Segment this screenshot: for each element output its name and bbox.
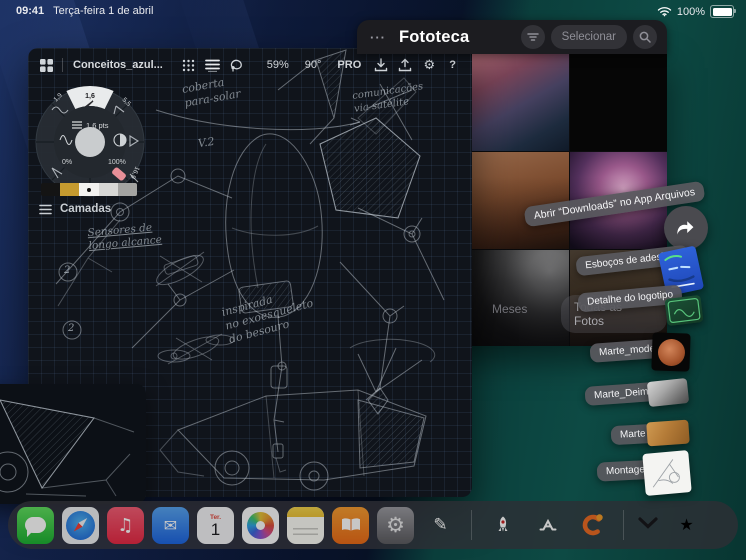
drag-thumb-mars-model[interactable]: [651, 332, 691, 372]
share-forward-button[interactable]: [664, 206, 708, 250]
document-title[interactable]: Conceitos_azul...: [73, 59, 163, 71]
workspace-grid-icon[interactable]: [34, 54, 58, 76]
filter-lines-icon: [526, 33, 539, 41]
window-more-button[interactable]: ···: [370, 30, 386, 45]
search-icon: [639, 31, 651, 43]
calendar-day: 1: [210, 520, 221, 539]
open-book-icon: [341, 518, 360, 531]
pressure-min-label: 0%: [62, 159, 72, 166]
music-note-icon: ♫: [117, 514, 134, 536]
wifi-icon: [657, 7, 672, 17]
status-bar: 09:41 Terça-feira 1 de abril 100%: [0, 0, 746, 22]
select-button[interactable]: Selecionar: [550, 25, 627, 49]
drag-thumb-montagem[interactable]: [642, 450, 692, 496]
photos-title: Fototeca: [399, 27, 470, 46]
pencil-icon: ✎: [433, 515, 448, 535]
toolbar-divider: [62, 58, 63, 72]
dock-app-notes[interactable]: [287, 506, 324, 544]
tool-wheel-center-knob[interactable]: [75, 127, 105, 157]
selected-tool-size: 1,6: [85, 93, 95, 100]
palette-swatch-lightgray[interactable]: [98, 183, 118, 196]
dismiss-chevron-button[interactable]: [636, 515, 660, 536]
select-lasso-icon[interactable]: [225, 54, 249, 76]
layers-button[interactable]: Camadas: [39, 203, 111, 215]
appstore-a-icon: [539, 518, 556, 531]
dock-app-appstore[interactable]: [529, 507, 566, 544]
filter-button[interactable]: [520, 25, 545, 49]
card-sketch: [0, 399, 135, 497]
photos-window-header[interactable]: ··· Fototeca Selecionar: [357, 20, 667, 54]
export-share-icon[interactable]: [393, 54, 417, 76]
dock-app-safari[interactable]: [62, 506, 99, 544]
palette-swatch-gold[interactable]: [60, 183, 80, 196]
palette-swatch-black[interactable]: [41, 183, 61, 196]
dock-app-messages[interactable]: [17, 506, 54, 544]
photos-flower-icon: [247, 511, 274, 539]
clock: 09:41: [16, 5, 45, 17]
dock-app-music[interactable]: ♫: [107, 506, 144, 544]
dock-app-settings[interactable]: ⚙: [377, 506, 414, 544]
dock-app-photos[interactable]: [242, 506, 279, 544]
annotation-number-badge: 2: [68, 323, 75, 334]
library-mini-icon: ★: [679, 517, 694, 534]
ipad-screen: { "status_bar": { "time": "09:41", "date…: [0, 0, 746, 560]
rotation-angle[interactable]: 90°: [305, 59, 322, 71]
palette-swatch-gray[interactable]: [117, 183, 137, 196]
app-library-grid-icon: ★: [679, 515, 693, 535]
concepts-toolbar: Conceitos_azul... 59% 90° PRO ⚙ ?: [28, 52, 472, 78]
layers-menu-icon: [39, 204, 52, 214]
annotation-version: V.2: [197, 134, 216, 151]
envelope-icon: ✉: [163, 515, 178, 535]
dock: ♫ ✉ Ter. 1 ⚙ ✎ ★: [8, 501, 738, 549]
palette-swatch-white-selected[interactable]: [79, 183, 99, 196]
dock-app-books[interactable]: [332, 506, 369, 544]
compass-icon: [66, 510, 95, 540]
notes-lines-icon: [293, 523, 318, 538]
dot-grid-icon[interactable]: [177, 54, 201, 76]
mars-model-planet: [657, 338, 685, 366]
dock-app-library[interactable]: ★: [668, 507, 705, 544]
background-sketch-card[interactable]: [0, 384, 146, 504]
selected-color-dot: [87, 187, 91, 192]
message-bubble-icon: [25, 517, 46, 537]
drag-thumb-marte[interactable]: [646, 419, 690, 447]
color-palette: [41, 183, 137, 196]
dock-app-rocket[interactable]: [484, 507, 521, 544]
dock-divider: [623, 510, 624, 540]
gear-icon: ⚙: [386, 513, 405, 537]
layers-list-icon[interactable]: [201, 54, 225, 76]
chevron-down-icon: [638, 516, 658, 529]
forward-arrow-icon: [677, 221, 694, 235]
help-button[interactable]: ?: [449, 59, 456, 71]
rocket-icon: [498, 516, 507, 532]
drag-thumb-mars-deimos[interactable]: [646, 377, 690, 408]
search-button[interactable]: [633, 25, 657, 49]
concepts-c-icon: [582, 514, 603, 536]
date-label: Terça-feira 1 de abril: [53, 5, 154, 17]
dock-app-calendar[interactable]: Ter. 1: [197, 506, 234, 544]
dock-app-mail[interactable]: ✉: [152, 506, 189, 544]
drag-thumb-logo-detail[interactable]: [664, 294, 704, 327]
dock-app-concepts[interactable]: [574, 507, 611, 544]
zoom-level[interactable]: 59%: [267, 59, 289, 71]
opacity-label: 100%: [108, 159, 126, 166]
tab-months[interactable]: Meses: [492, 302, 527, 316]
import-icon[interactable]: [369, 54, 393, 76]
dock-divider: [471, 510, 472, 540]
annotation-number-badge: 2: [64, 265, 71, 276]
layers-label: Camadas: [60, 203, 112, 215]
dock-app-sketch[interactable]: ✎: [422, 507, 459, 544]
battery-icon: [710, 5, 736, 18]
pro-badge[interactable]: PRO: [337, 59, 361, 71]
settings-gear-icon[interactable]: ⚙: [417, 54, 441, 76]
battery-percent: 100%: [676, 5, 705, 18]
notes-header-strip: [287, 506, 324, 517]
